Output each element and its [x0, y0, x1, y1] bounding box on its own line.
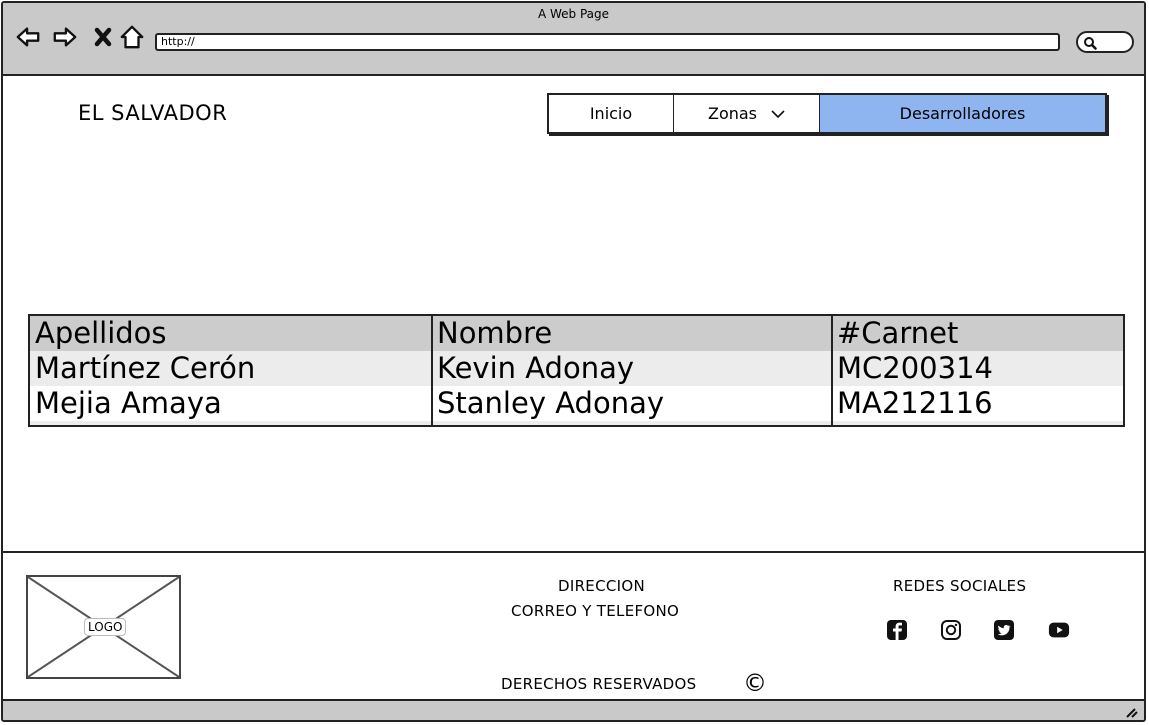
- instagram-icon[interactable]: [940, 619, 962, 641]
- browser-window: A Web Page http:// EL SALVADOR Inicio Zo…: [1, 1, 1146, 722]
- table-row-spacer: [30, 421, 1123, 425]
- table-cell: Mejia Amaya: [35, 386, 222, 420]
- twitter-icon[interactable]: [993, 619, 1015, 641]
- chevron-down-icon: [771, 109, 785, 118]
- logo-placeholder: LOGO: [26, 575, 181, 679]
- table-cell: Martínez Cerón: [35, 351, 256, 385]
- column-header-carnet: #Carnet: [837, 316, 959, 350]
- column-divider: [431, 316, 433, 425]
- forward-arrow-icon[interactable]: [52, 23, 78, 51]
- back-arrow-icon[interactable]: [15, 23, 41, 51]
- column-divider: [831, 316, 833, 425]
- table-row: Mejia Amaya Stanley Adonay MA212116: [30, 386, 1123, 421]
- youtube-icon[interactable]: [1048, 619, 1070, 641]
- address-bar[interactable]: http://: [155, 33, 1060, 51]
- table-cell: MA212116: [837, 386, 993, 420]
- copyright-icon: ©: [743, 669, 768, 697]
- home-icon[interactable]: [119, 23, 145, 51]
- resize-grip-icon[interactable]: [1124, 706, 1138, 718]
- nav-zonas-dropdown[interactable]: Zonas: [674, 95, 820, 132]
- main-navigation: Inicio Zonas Desarrolladores: [547, 93, 1107, 134]
- nav-inicio-label: Inicio: [589, 104, 633, 123]
- site-brand: EL SALVADOR: [78, 101, 228, 125]
- browser-status-bar: [3, 699, 1144, 720]
- search-icon: [1084, 37, 1097, 50]
- column-header-apellidos: Apellidos: [35, 316, 167, 350]
- nav-zonas-label: Zonas: [707, 104, 758, 123]
- site-footer: LOGO DIRECCION CORREO Y TELEFONO REDES S…: [3, 551, 1144, 705]
- nav-inicio[interactable]: Inicio: [549, 95, 674, 132]
- table-row: Martínez Cerón Kevin Adonay MC200314: [30, 351, 1123, 386]
- developers-table: Apellidos Nombre #Carnet Martínez Cerón …: [28, 314, 1125, 427]
- logo-label: LOGO: [84, 618, 127, 636]
- footer-derechos: DERECHOS RESERVADOS: [501, 675, 697, 693]
- column-header-nombre: Nombre: [437, 316, 553, 350]
- table-cell: Kevin Adonay: [437, 351, 635, 385]
- table-cell: Stanley Adonay: [437, 386, 665, 420]
- close-icon[interactable]: [91, 23, 117, 51]
- footer-redes-title: REDES SOCIALES: [893, 577, 1027, 595]
- nav-desarrolladores[interactable]: Desarrolladores: [820, 95, 1105, 132]
- browser-search-field[interactable]: [1076, 31, 1134, 53]
- facebook-icon[interactable]: [886, 619, 908, 641]
- table-cell: MC200314: [837, 351, 993, 385]
- browser-chrome: A Web Page http://: [3, 3, 1144, 76]
- footer-direccion: DIRECCION: [558, 577, 645, 595]
- nav-desarrolladores-label: Desarrolladores: [899, 104, 1026, 123]
- table-header-row: Apellidos Nombre #Carnet: [30, 316, 1123, 351]
- window-title: A Web Page: [537, 7, 610, 21]
- footer-contacto: CORREO Y TELEFONO: [511, 602, 680, 620]
